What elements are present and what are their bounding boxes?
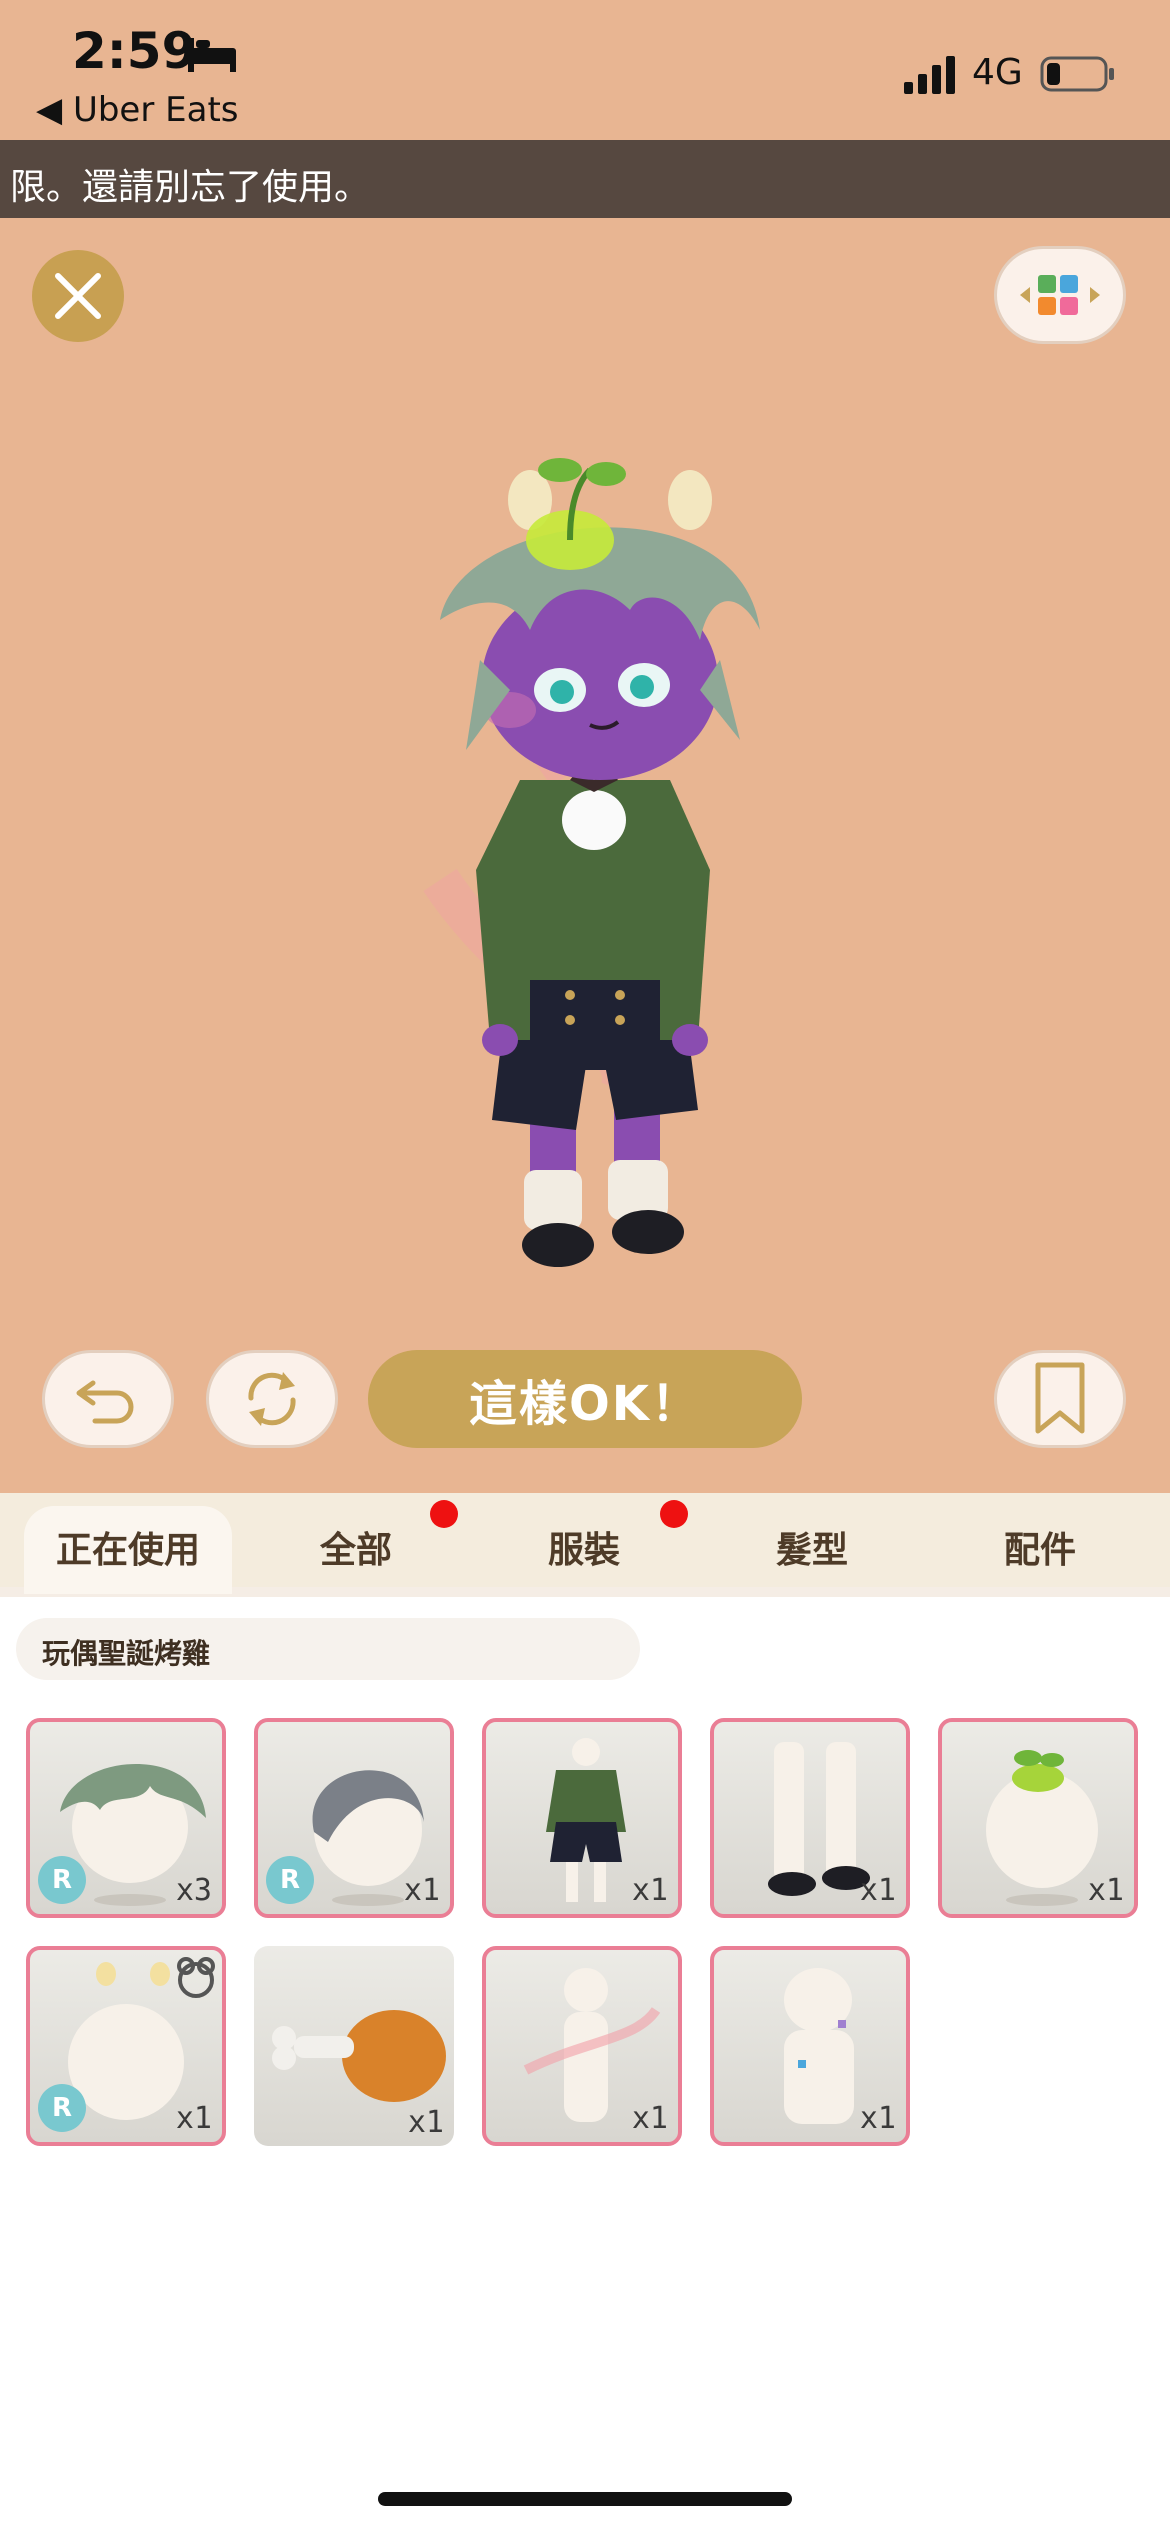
item-quantity: x1 bbox=[859, 2101, 896, 2136]
item-tile-stickers[interactable]: x1 bbox=[710, 1946, 910, 2146]
tab-clothing[interactable]: 服裝 bbox=[484, 1507, 684, 1587]
bookmark-button[interactable] bbox=[994, 1350, 1126, 1448]
home-indicator[interactable] bbox=[378, 2492, 792, 2506]
randomize-button[interactable] bbox=[206, 1350, 338, 1448]
item-tile-gray-hair[interactable]: R x1 bbox=[254, 1718, 454, 1918]
rarity-badge: R bbox=[266, 1856, 314, 1904]
layout-switch-button[interactable] bbox=[994, 246, 1126, 344]
status-time: 2:59 bbox=[72, 22, 197, 80]
tab-all-new-badge bbox=[430, 1500, 458, 1528]
rarity-badge: R bbox=[38, 2084, 86, 2132]
tab-hairstyle[interactable]: 髮型 bbox=[712, 1507, 912, 1587]
item-quantity: x1 bbox=[1087, 1873, 1124, 1908]
tab-all[interactable]: 全部 bbox=[256, 1507, 456, 1587]
item-quantity: x1 bbox=[631, 2101, 668, 2136]
item-quantity: x1 bbox=[631, 1873, 668, 1908]
close-icon bbox=[55, 273, 101, 319]
rarity-badge: R bbox=[38, 1856, 86, 1904]
item-tile-pink-aura[interactable]: x1 bbox=[482, 1946, 682, 2146]
item-tile-ears[interactable]: R x1 bbox=[26, 1946, 226, 2146]
item-tile-socks-shoes[interactable]: x1 bbox=[710, 1718, 910, 1918]
outfit-name: 玩偶聖誕烤雞 bbox=[42, 1637, 211, 1670]
item-tile-sprout[interactable]: x1 bbox=[938, 1718, 1138, 1918]
avatar-character bbox=[423, 458, 760, 1267]
close-button[interactable] bbox=[32, 250, 124, 342]
tab-in-use[interactable]: 正在使用 bbox=[24, 1507, 232, 1587]
tab-accessories[interactable]: 配件 bbox=[940, 1507, 1140, 1587]
confirm-ok-button[interactable]: 這樣OK！ bbox=[368, 1350, 802, 1448]
bookmark-icon bbox=[1035, 1362, 1085, 1434]
battery-icon bbox=[1040, 56, 1114, 92]
undo-icon bbox=[76, 1380, 134, 1424]
item-quantity: x3 bbox=[175, 1873, 212, 1908]
item-quantity: x1 bbox=[859, 1873, 896, 1908]
signal-icon bbox=[904, 56, 955, 94]
item-quantity: x1 bbox=[403, 1873, 440, 1908]
refresh-icon bbox=[248, 1372, 296, 1426]
bed-icon bbox=[188, 38, 236, 72]
tab-clothing-new-badge bbox=[660, 1500, 688, 1528]
item-quantity: x1 bbox=[407, 2105, 444, 2140]
item-tile-drumstick[interactable]: x1 bbox=[254, 1946, 454, 2146]
item-tile-outfit[interactable]: x1 bbox=[482, 1718, 682, 1918]
back-to-app-link[interactable]: ◀ Uber Eats bbox=[36, 90, 239, 130]
undo-button[interactable] bbox=[42, 1350, 174, 1448]
notice-banner-text: 限。還請別忘了使用。 bbox=[10, 167, 371, 208]
network-type: 4G bbox=[972, 52, 1023, 93]
item-tile-leaf-hair[interactable]: R x3 bbox=[26, 1718, 226, 1918]
color-grid-icon bbox=[1020, 275, 1100, 315]
item-quantity: x1 bbox=[175, 2101, 212, 2136]
